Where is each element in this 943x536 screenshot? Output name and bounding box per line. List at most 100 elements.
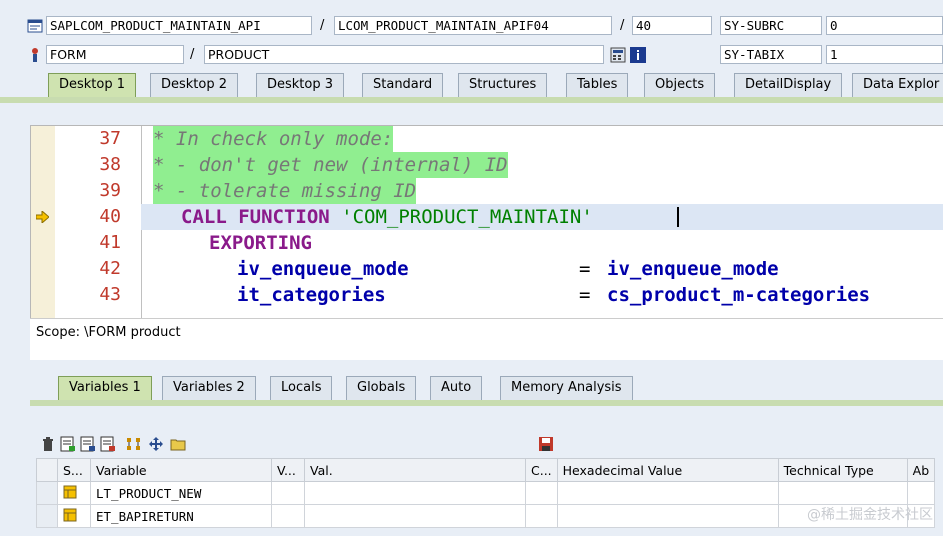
list-green-icon[interactable] (60, 436, 76, 452)
header-row-program: SAPLCOM_PRODUCT_MAINTAIN_API / LCOM_PROD… (0, 15, 943, 37)
cell-status (57, 481, 91, 505)
source-editor[interactable]: 37 * In check only mode: 38 * - don't ge… (30, 125, 943, 319)
keyword: EXPORTING (209, 232, 312, 254)
code-comment: * - don't get new (internal) ID (153, 152, 508, 178)
list-blue-icon[interactable] (80, 436, 96, 452)
column-header-select[interactable] (36, 458, 58, 482)
cell-variable[interactable]: ET_BAPIRETURN (90, 504, 272, 528)
tab-objects[interactable]: Objects (644, 73, 716, 97)
tab-data-explorer[interactable]: Data Explor (852, 73, 943, 97)
cell-value[interactable] (304, 504, 526, 528)
tab-standard[interactable]: Standard (362, 73, 444, 97)
code-line[interactable]: 39 * - tolerate missing ID (31, 178, 943, 204)
variables-table[interactable]: S... Variable V... Val. C... Hexadecimal… (36, 458, 936, 528)
row-selector[interactable] (36, 481, 58, 505)
sysfield-name-2[interactable]: SY-TABIX (720, 45, 822, 64)
cell-variable[interactable]: LT_PRODUCT_NEW (90, 481, 272, 505)
tab-detaildisplay[interactable]: DetailDisplay (734, 73, 843, 97)
assign-operator: = (579, 258, 602, 280)
column-header-ab[interactable]: Ab (906, 458, 936, 482)
scope-bar: Scope: \FORM product (30, 318, 943, 361)
line-number: 43 (99, 284, 121, 305)
table-type-icon (63, 508, 77, 521)
code-line-current[interactable]: 40 CALL FUNCTION 'COM_PRODUCT_MAINTAIN' (31, 204, 943, 230)
tab-structures[interactable]: Structures (458, 73, 548, 97)
cell-c (525, 481, 558, 505)
cell-value[interactable] (304, 481, 526, 505)
cell-c (525, 504, 558, 528)
line-field[interactable]: 40 (632, 16, 712, 35)
tabstrip-underline (0, 97, 943, 103)
parameter-name: it_categories (237, 284, 386, 306)
parameter-value: iv_enqueue_mode (607, 258, 779, 280)
tab-auto[interactable]: Auto (430, 376, 483, 400)
info-icon[interactable] (630, 47, 646, 63)
sysfield-value-2[interactable]: 1 (826, 45, 943, 64)
column-header-s[interactable]: S... (57, 458, 91, 482)
tab-desktop-3[interactable]: Desktop 3 (256, 73, 345, 97)
table-header-row: S... Variable V... Val. C... Hexadecimal… (36, 458, 936, 482)
tab-variables-1[interactable]: Variables 1 (58, 376, 152, 400)
code-line[interactable]: 38 * - don't get new (internal) ID (31, 152, 943, 178)
code-line[interactable]: 37 * In check only mode: (31, 126, 943, 152)
save-icon[interactable] (538, 436, 554, 452)
column-header-v[interactable]: V... (271, 458, 305, 482)
text-cursor (677, 207, 679, 227)
event-type-field[interactable]: FORM (46, 45, 184, 64)
structure-icon[interactable] (126, 436, 142, 452)
separator: / (190, 47, 195, 62)
tab-desktop-1[interactable]: Desktop 1 (48, 73, 137, 97)
event-name-field[interactable]: PRODUCT (204, 45, 604, 64)
include-field[interactable]: LCOM_PRODUCT_MAINTAIN_APIF04 (334, 16, 612, 35)
tab-globals[interactable]: Globals (346, 376, 417, 400)
parameter-value: cs_product_m-categories (607, 284, 871, 306)
code-text: CALL FUNCTION 'COM_PRODUCT_MAINTAIN' (181, 204, 593, 230)
watermark: @稀土掘金技术社区 (807, 507, 933, 523)
column-header-c[interactable]: C... (525, 458, 558, 482)
column-header-hex[interactable]: Hexadecimal Value (556, 458, 779, 482)
sysfield-name-1[interactable]: SY-SUBRC (720, 16, 822, 35)
scope-label: Scope: \FORM product (36, 325, 181, 340)
assign-operator: = (579, 284, 602, 306)
code-line[interactable]: 43 it_categories = cs_product_m-categori… (31, 282, 943, 308)
folder-icon[interactable] (170, 436, 186, 452)
code-comment: * - tolerate missing ID (153, 178, 417, 204)
tab-variables-2[interactable]: Variables 2 (162, 376, 256, 400)
calculator-icon[interactable] (610, 47, 626, 63)
program-icon (27, 19, 43, 33)
line-number: 39 (99, 180, 121, 201)
code-line[interactable]: 41 EXPORTING (31, 230, 943, 256)
string-literal: 'COM_PRODUCT_MAINTAIN' (341, 206, 593, 228)
parameter-name: iv_enqueue_mode (237, 258, 409, 280)
desktop-tabstrip: Desktop 1 Desktop 2 Desktop 3 Standard S… (0, 70, 943, 98)
separator: / (620, 18, 625, 33)
tab-tables[interactable]: Tables (566, 73, 629, 97)
sysfield-value-1[interactable]: 0 (826, 16, 943, 35)
row-selector[interactable] (36, 504, 58, 528)
line-number: 38 (99, 154, 121, 175)
program-field[interactable]: SAPLCOM_PRODUCT_MAINTAIN_API (46, 16, 312, 35)
move-icon[interactable] (148, 436, 164, 452)
separator: / (320, 18, 325, 33)
keyword: CALL FUNCTION (181, 206, 342, 228)
code-line[interactable]: 42 iv_enqueue_mode = iv_enqueue_mode (31, 256, 943, 282)
cell-status (57, 504, 91, 528)
tab-desktop-2[interactable]: Desktop 2 (150, 73, 239, 97)
cell-ab (906, 481, 936, 505)
table-row[interactable]: LT_PRODUCT_NEW (36, 481, 936, 505)
cell-v (271, 481, 305, 505)
tab-locals[interactable]: Locals (270, 376, 333, 400)
column-header-technical-type[interactable]: Technical Type (777, 458, 908, 482)
cell-hex (556, 481, 779, 505)
cell-v (271, 504, 305, 528)
column-header-value[interactable]: Val. (304, 458, 526, 482)
line-number: 40 (99, 206, 121, 227)
table-row[interactable]: ET_BAPIRETURN (36, 504, 936, 528)
delete-icon[interactable] (40, 436, 56, 452)
column-header-variable[interactable]: Variable (90, 458, 272, 482)
tab-memory-analysis[interactable]: Memory Analysis (500, 376, 633, 400)
line-number: 37 (99, 128, 121, 149)
cell-technical-type (777, 481, 908, 505)
list-red-icon[interactable] (100, 436, 116, 452)
line-number: 42 (99, 258, 121, 279)
